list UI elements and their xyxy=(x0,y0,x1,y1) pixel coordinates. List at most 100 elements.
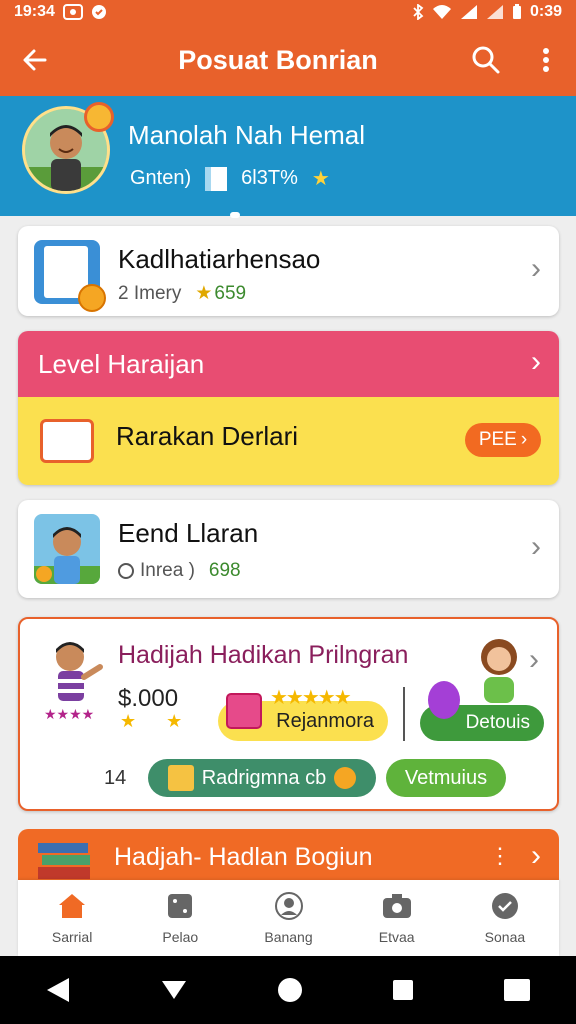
chevron-right-icon: › xyxy=(520,429,528,450)
section-header[interactable]: Hadjah- Hadlan Bogiun ⋮ › xyxy=(18,829,559,883)
arrow-left-icon xyxy=(23,49,47,71)
promo-title: Hadijah Hadikan Prilngran xyxy=(118,641,409,669)
radrigmna-label: Radrigmna cb xyxy=(201,766,327,789)
box-icon xyxy=(167,765,194,791)
recents-square-icon[interactable] xyxy=(392,979,414,1001)
screenshot-square-icon[interactable] xyxy=(503,978,531,1002)
home-icon xyxy=(57,891,87,921)
row-title: Eend Llaran xyxy=(118,518,259,548)
divider xyxy=(403,687,405,741)
profile-meta-left: Gnten) xyxy=(130,167,192,189)
home-circle-icon[interactable] xyxy=(277,977,303,1003)
books-icon xyxy=(38,843,90,879)
nav-label: Etvaa xyxy=(378,929,415,945)
stars-icon: ★ ★ xyxy=(120,711,183,731)
nav-item-sonaa[interactable]: Sonaa xyxy=(451,880,559,956)
app-bar: Posuat Bonrian xyxy=(0,24,576,96)
nav-item-etvaa[interactable]: Etvaa xyxy=(343,880,451,956)
balloon-icon xyxy=(428,681,460,719)
row-sub-left: 2 Imery xyxy=(118,282,182,304)
overflow-menu-button[interactable] xyxy=(516,24,576,96)
down-triangle-icon[interactable] xyxy=(160,979,188,1001)
bluetooth-icon xyxy=(413,4,424,20)
more-vertical-icon[interactable]: ⋮ xyxy=(489,843,511,869)
rating-stars-icon: ★★★★★ xyxy=(270,687,352,709)
nav-item-pelao[interactable]: Pelao xyxy=(126,880,234,956)
level-body-title: Rarakan Derlari xyxy=(116,421,299,451)
search-button[interactable] xyxy=(456,24,516,96)
chevron-right-icon: › xyxy=(531,252,541,285)
battery-icon xyxy=(512,4,521,19)
coin-icon xyxy=(78,284,106,312)
level-header[interactable]: Level Haraijan › xyxy=(18,331,559,397)
rejanmora-label: Rejanmora xyxy=(276,709,374,732)
gift-icon xyxy=(226,693,262,729)
promo-count: 14 xyxy=(104,767,127,789)
chevron-right-icon: › xyxy=(531,839,541,872)
chevron-right-icon: › xyxy=(531,530,541,563)
back-triangle-icon[interactable] xyxy=(45,976,71,1004)
back-button[interactable] xyxy=(0,24,70,96)
nav-label: Pelao xyxy=(162,929,199,945)
status-time-right: 0:39 xyxy=(529,3,562,20)
detouis-label: Detouis xyxy=(465,712,530,733)
row-sub-right: 698 xyxy=(208,560,241,581)
star-icon: ★ xyxy=(311,168,330,190)
level-card[interactable]: Level Haraijan › Rarakan Derlari PEE › xyxy=(18,331,559,485)
signal-icon-2 xyxy=(486,5,503,19)
page-title: Posuat Bonrian xyxy=(178,44,378,75)
cast-icon xyxy=(62,4,83,20)
profile-meta: Gnten) 6l3T% ★ xyxy=(130,166,330,191)
row-sub-right: 659 xyxy=(214,282,247,304)
nav-label: Sonaa xyxy=(484,929,526,945)
promo-card: ★★★★ Hadijah Hadikan Prilngran › $.000 ★… xyxy=(18,617,559,811)
vetmuius-button[interactable]: Vetmuius xyxy=(386,759,506,797)
nav-label: Banang xyxy=(264,929,313,945)
level-pill-button[interactable]: PEE › xyxy=(465,423,541,457)
emoji-icon xyxy=(334,767,357,789)
signal-icon xyxy=(460,5,477,19)
row-sub: Inrea ) 698 xyxy=(118,560,241,582)
nav-label: Sarrial xyxy=(51,929,93,945)
status-bar: 19:34 0:39 xyxy=(0,0,576,24)
profile-icon xyxy=(274,891,304,921)
vetmuius-label: Vetmuius xyxy=(404,766,488,789)
pointer-notch xyxy=(230,212,240,218)
book-icon xyxy=(205,166,228,191)
camera-icon xyxy=(382,891,412,921)
level-pill-label: PEE xyxy=(478,429,517,450)
level-badge xyxy=(84,102,114,132)
notification-icon xyxy=(91,5,106,19)
status-time: 19:34 xyxy=(14,3,55,20)
wifi-icon xyxy=(432,5,451,19)
document-icon xyxy=(34,240,106,312)
bottom-nav: Sarrial Pelao Banang Etvaa Sonaa xyxy=(18,880,559,956)
more-vertical-icon xyxy=(543,48,549,72)
profile-name: Manolah Nah Hemal xyxy=(128,120,366,150)
radrigmna-button[interactable]: Radrigmna cb xyxy=(148,759,376,797)
chevron-right-icon[interactable]: › xyxy=(529,643,539,677)
boy-avatar-icon xyxy=(34,514,100,584)
search-icon xyxy=(472,46,500,74)
calendar-icon xyxy=(40,419,94,463)
svg-text:★★★★: ★★★★ xyxy=(44,706,94,722)
nav-item-banang[interactable]: Banang xyxy=(234,880,342,956)
clock-icon xyxy=(118,563,134,579)
row-sub: 2 Imery ★ 659 xyxy=(118,282,246,305)
profile-header: Manolah Nah Hemal Gnten) 6l3T% ★ xyxy=(0,96,576,218)
row-title: Kadlhatiarhensao xyxy=(118,244,321,274)
promo-amount: $.000 xyxy=(118,685,179,712)
level-body[interactable]: Rarakan Derlari PEE › xyxy=(18,397,559,485)
badge-icon xyxy=(490,891,520,921)
star-icon: ★ xyxy=(195,283,213,304)
system-navigation-bar xyxy=(0,956,576,1024)
girl-character-icon xyxy=(481,639,517,703)
list-item[interactable]: Eend Llaran Inrea ) 698 › xyxy=(18,500,559,598)
section-title: Hadjah- Hadlan Bogiun xyxy=(114,843,373,871)
list-item[interactable]: Kadlhatiarhensao 2 Imery ★ 659 › xyxy=(18,226,559,316)
chevron-right-icon: › xyxy=(531,345,541,378)
nav-item-home[interactable]: Sarrial xyxy=(18,880,126,956)
row-sub-left: Inrea ) xyxy=(140,560,195,581)
profile-meta-right: 6l3T% xyxy=(241,167,298,189)
dice-icon xyxy=(165,891,195,921)
